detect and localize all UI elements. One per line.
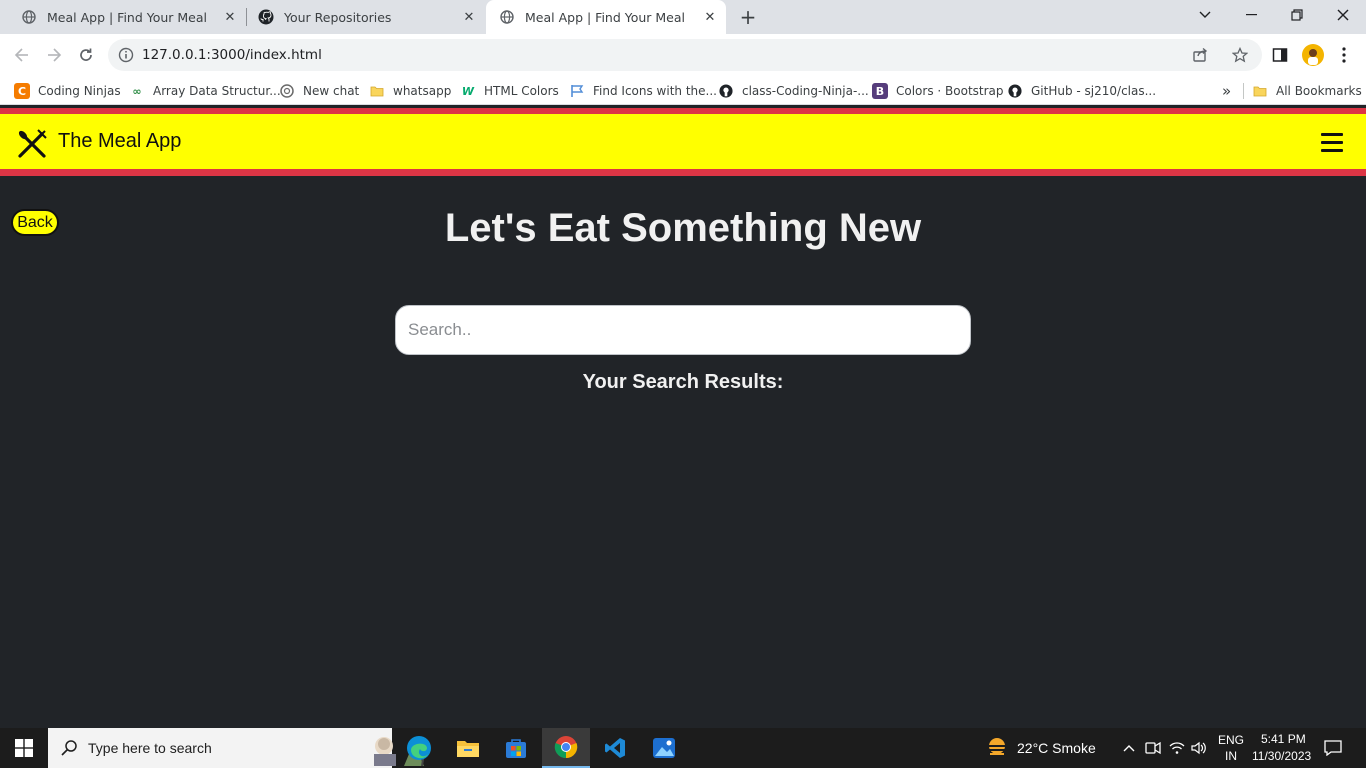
bookmark-coding-ninjas[interactable]: C Coding Ninjas [14,81,121,101]
close-tab-icon[interactable]: ✕ [461,9,477,25]
share-icon[interactable] [1191,46,1209,64]
bookmark-label: class-Coding-Ninja-... [742,84,869,98]
language-region: IN [1225,749,1237,763]
w3-icon: W [461,84,475,98]
bookmark-colors-bootstrap[interactable]: B Colors · Bootstrap [872,81,1004,101]
back-arrow-icon[interactable] [10,43,34,67]
folder-icon [369,83,385,99]
microsoft-store-icon[interactable] [492,728,540,768]
side-panel-icon[interactable] [1268,43,1292,67]
volume-icon[interactable] [1190,739,1208,757]
github-icon [1007,83,1023,99]
folder-icon [1252,83,1268,99]
tab-title: Meal App | Find Your Meal [47,9,208,25]
edge-browser-icon[interactable] [395,728,443,768]
forward-arrow-icon[interactable] [42,43,66,67]
bookmark-label: whatsapp [393,84,452,98]
page-viewport: The Meal App Back Let's Eat Something Ne… [0,106,1366,728]
bookmark-array-data-structure[interactable]: ∞ Array Data Structur... [129,81,281,101]
bookmark-label: GitHub - sj210/clas... [1031,84,1157,98]
bookmark-label: Array Data Structur... [153,84,281,98]
show-hidden-icons-chevron-icon[interactable] [1120,739,1138,757]
github-icon [258,9,274,25]
tab-title: Meal App | Find Your Meal [525,9,686,25]
bookmark-folder-whatsapp[interactable]: whatsapp [369,81,451,101]
language-indicator[interactable]: ENG [1218,733,1244,747]
close-tab-icon[interactable]: ✕ [222,9,238,25]
tab-title: Your Repositories [284,9,392,25]
bookmark-label: All Bookmarks [1276,84,1362,98]
close-tab-icon[interactable]: ✕ [702,9,718,25]
weather-text[interactable]: 22°C Smoke [1017,740,1096,756]
close-window-button[interactable] [1320,0,1366,30]
taskbar-search-placeholder: Type here to search [88,740,212,756]
weather-haze-icon[interactable] [985,737,1009,759]
chrome-browser-icon[interactable] [542,728,590,768]
notifications-icon[interactable] [1324,739,1342,757]
fork-knife-icon [16,128,48,160]
tab-strip: Meal App | Find Your Meal ✕ Your Reposit… [0,0,1366,34]
github-icon [718,83,734,99]
reload-icon[interactable] [74,43,98,67]
profile-avatar[interactable] [1301,43,1325,67]
site-info-icon[interactable] [118,47,134,63]
bookmark-label: New chat [303,84,360,98]
bookmark-new-chat[interactable]: New chat [279,81,359,101]
bookmark-github-sj210[interactable]: GitHub - sj210/clas... [1007,81,1156,101]
tab-search-chevron-icon[interactable] [1182,0,1228,30]
page-headline: Let's Eat Something New [444,206,922,250]
taskbar-search-box[interactable]: Type here to search [48,728,427,768]
bookmarks-divider [1243,83,1244,99]
globe-icon [21,9,37,25]
kebab-menu-icon[interactable] [1332,43,1356,67]
bookmark-find-icons[interactable]: Find Icons with the... [569,81,717,101]
bookmark-class-coding-ninja[interactable]: class-Coding-Ninja-... [718,81,869,101]
bookmark-label: Colors · Bootstrap [896,84,1004,98]
clock-date: 11/30/2023 [1252,749,1312,763]
address-bar[interactable]: 127.0.0.1:3000/index.html [108,39,1262,71]
minimize-button[interactable] [1228,0,1274,30]
clock-time[interactable]: 5:41 PM [1261,732,1306,746]
globe-icon [499,9,515,25]
photos-app-icon[interactable] [640,728,688,768]
browser-toolbar: 127.0.0.1:3000/index.html [0,34,1366,76]
openai-icon [279,83,295,99]
flag-icon [569,83,585,99]
hamburger-menu-icon[interactable] [1321,133,1343,153]
address-url: 127.0.0.1:3000/index.html [142,47,322,63]
bookmark-label: HTML Colors [484,84,559,98]
file-explorer-icon[interactable] [444,728,492,768]
bootstrap-icon: B [872,83,888,99]
vscode-icon[interactable] [591,728,639,768]
bookmark-html-colors[interactable]: W HTML Colors [460,81,559,101]
bookmark-label: Coding Ninjas [38,84,121,98]
meet-now-camera-icon[interactable] [1144,739,1162,757]
app-navbar: The Meal App [0,108,1366,176]
tab-your-repositories[interactable]: Your Repositories ✕ [237,0,485,34]
search-icon [60,739,78,757]
all-bookmarks-folder[interactable]: All Bookmarks [1252,81,1362,101]
meal-search-input[interactable] [395,305,971,355]
bookmarks-overflow-chevron[interactable]: » [1222,81,1231,101]
gfg-icon: ∞ [132,84,142,98]
bookmark-star-icon[interactable] [1231,46,1249,64]
tab-meal-app-1[interactable]: Meal App | Find Your Meal ✕ [0,0,246,34]
brand-title[interactable]: The Meal App [58,130,181,153]
bookmarks-bar: C Coding Ninjas ∞ Array Data Structur...… [0,76,1366,105]
wifi-icon[interactable] [1168,739,1186,757]
restore-button[interactable] [1274,0,1320,30]
windows-taskbar: Type here to search 22°C Smoke ENG IN 5:… [0,728,1366,768]
bookmark-label: Find Icons with the... [593,84,717,98]
new-tab-button[interactable]: + [736,5,760,29]
coding-ninjas-icon: C [14,83,30,99]
search-results-title: Your Search Results: [582,371,784,393]
tab-meal-app-2[interactable]: Meal App | Find Your Meal ✕ [486,0,726,34]
windows-start-icon[interactable] [0,728,48,768]
